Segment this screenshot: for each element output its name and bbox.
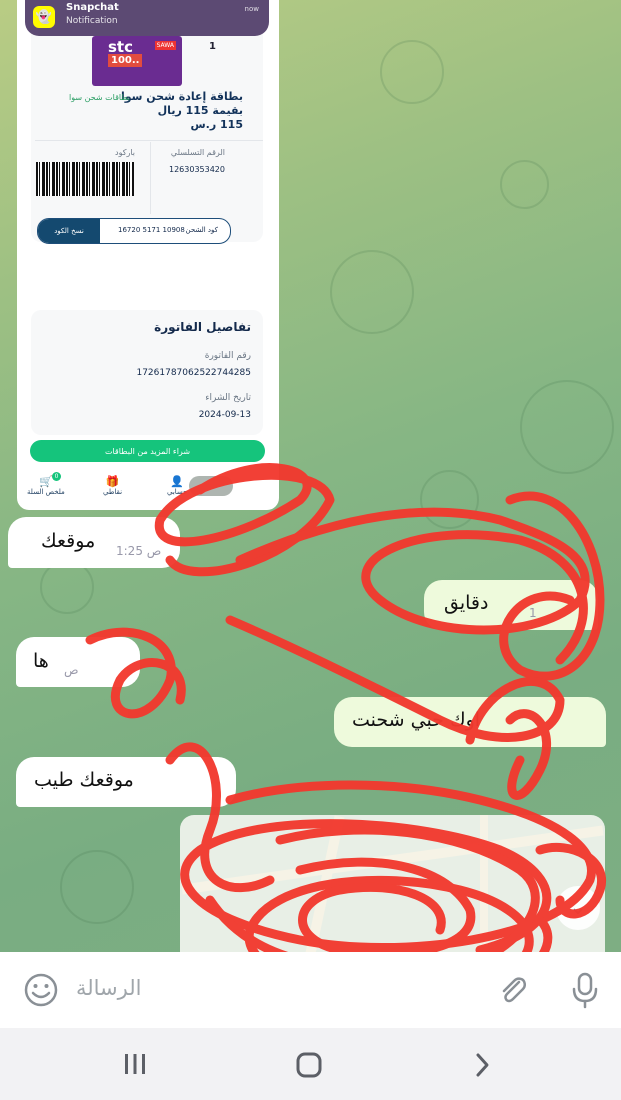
product-line2: بقيمة 115 ريال (157, 104, 243, 117)
nav-cart-label: ملخص السلة (27, 488, 65, 496)
buy-more-button[interactable]: شراء المزيد من البطاقات (30, 440, 265, 462)
notification-app: Snapchat (66, 2, 119, 13)
product-line1: بطاقة إعادة شحن سوا (120, 90, 243, 103)
message-time: 1:25 ص (116, 544, 162, 558)
invoice-title: تفاصيل الفاتورة (154, 320, 251, 334)
message-text: ها (33, 650, 49, 672)
charge-code-box: نسخ الكود 16720 5171 10908 كود الشحن (37, 218, 231, 244)
map-road (480, 815, 488, 955)
message-text: دقايق (444, 592, 489, 614)
copy-code-button[interactable]: نسخ الكود (38, 219, 100, 243)
sawa-tag: SAWA (154, 41, 176, 50)
message-time: ص (64, 663, 79, 677)
serial-value: 12630353420 (169, 165, 225, 174)
recent-apps-icon[interactable] (122, 1052, 148, 1076)
shared-screenshot-image[interactable]: stc SAWA 100.. 1 بطاقة إعادة شحن سوا بقي… (17, 0, 279, 510)
microphone-icon[interactable] (567, 970, 603, 1010)
nav-points[interactable]: 🎁 نقاطي (103, 475, 123, 497)
serial-label: الرقم التسلسلي (170, 148, 225, 157)
system-navigation-bar (0, 1028, 621, 1100)
home-icon[interactable] (295, 1051, 323, 1079)
attach-icon[interactable] (495, 972, 531, 1008)
message-bubble-in[interactable]: ها ص (16, 637, 140, 687)
download-icon[interactable]: ⌄ (556, 886, 600, 930)
map-road (305, 815, 345, 955)
emoji-icon[interactable] (23, 972, 59, 1008)
charge-code-label: كود الشحن (185, 226, 218, 234)
message-time: 1 (529, 606, 537, 620)
location-map-card[interactable] (180, 815, 605, 955)
barcode-image (36, 162, 134, 196)
barcode-label: باركود (115, 148, 136, 157)
message-bubble-in[interactable]: موقعك طيب (16, 757, 236, 807)
stc-card-image: stc SAWA 100.. (92, 36, 182, 86)
nav-account-label: حسابي (167, 488, 188, 496)
snapchat-notification[interactable]: 👻 Snapchat Notification now (25, 0, 269, 36)
card-value: 100.. (108, 54, 143, 67)
map-road (181, 825, 604, 895)
divider (35, 140, 263, 141)
charge-code-value: 16720 5171 10908 (118, 226, 185, 234)
purchase-date: 2024-09-13 (198, 410, 251, 420)
notification-time: now (244, 5, 259, 13)
gift-icon: 🎁 (105, 475, 120, 488)
nav-account[interactable]: 👤 حسابي (167, 475, 188, 497)
quantity: 1 (209, 41, 216, 52)
notification-text: Notification (66, 16, 118, 26)
nav-points-label: نقاطي (103, 488, 123, 496)
invoice-number-label: رقم الفاتورة (204, 351, 251, 361)
invoice-number: 17261787062522744285 (136, 368, 251, 378)
product-category: بطاقات شحن سوا (69, 93, 131, 102)
user-icon: 👤 (170, 475, 185, 488)
cart-badge: 0 (52, 472, 61, 481)
message-bubble-in[interactable]: موقعك 1:25 ص (8, 517, 180, 568)
image-time-overlay (189, 476, 233, 496)
message-input[interactable]: الرسالة (76, 976, 141, 1000)
message-text: اوك حبي شحنت (352, 709, 481, 731)
message-text: موقعك طيب (34, 769, 134, 791)
divider (150, 142, 151, 214)
product-name: بطاقة إعادة شحن سوا بقيمة 115 ريال 115 ر… (121, 90, 243, 132)
purchase-date-label: تاريخ الشراء (205, 393, 251, 403)
back-icon[interactable] (472, 1052, 492, 1078)
message-bubble-out[interactable]: دقايق 1 (424, 580, 598, 630)
message-text: موقعك (41, 530, 96, 552)
message-bubble-out[interactable]: اوك حبي شحنت (334, 697, 606, 747)
snapchat-ghost-icon: 👻 (33, 6, 55, 28)
product-price: 115 ر.س (190, 118, 244, 131)
